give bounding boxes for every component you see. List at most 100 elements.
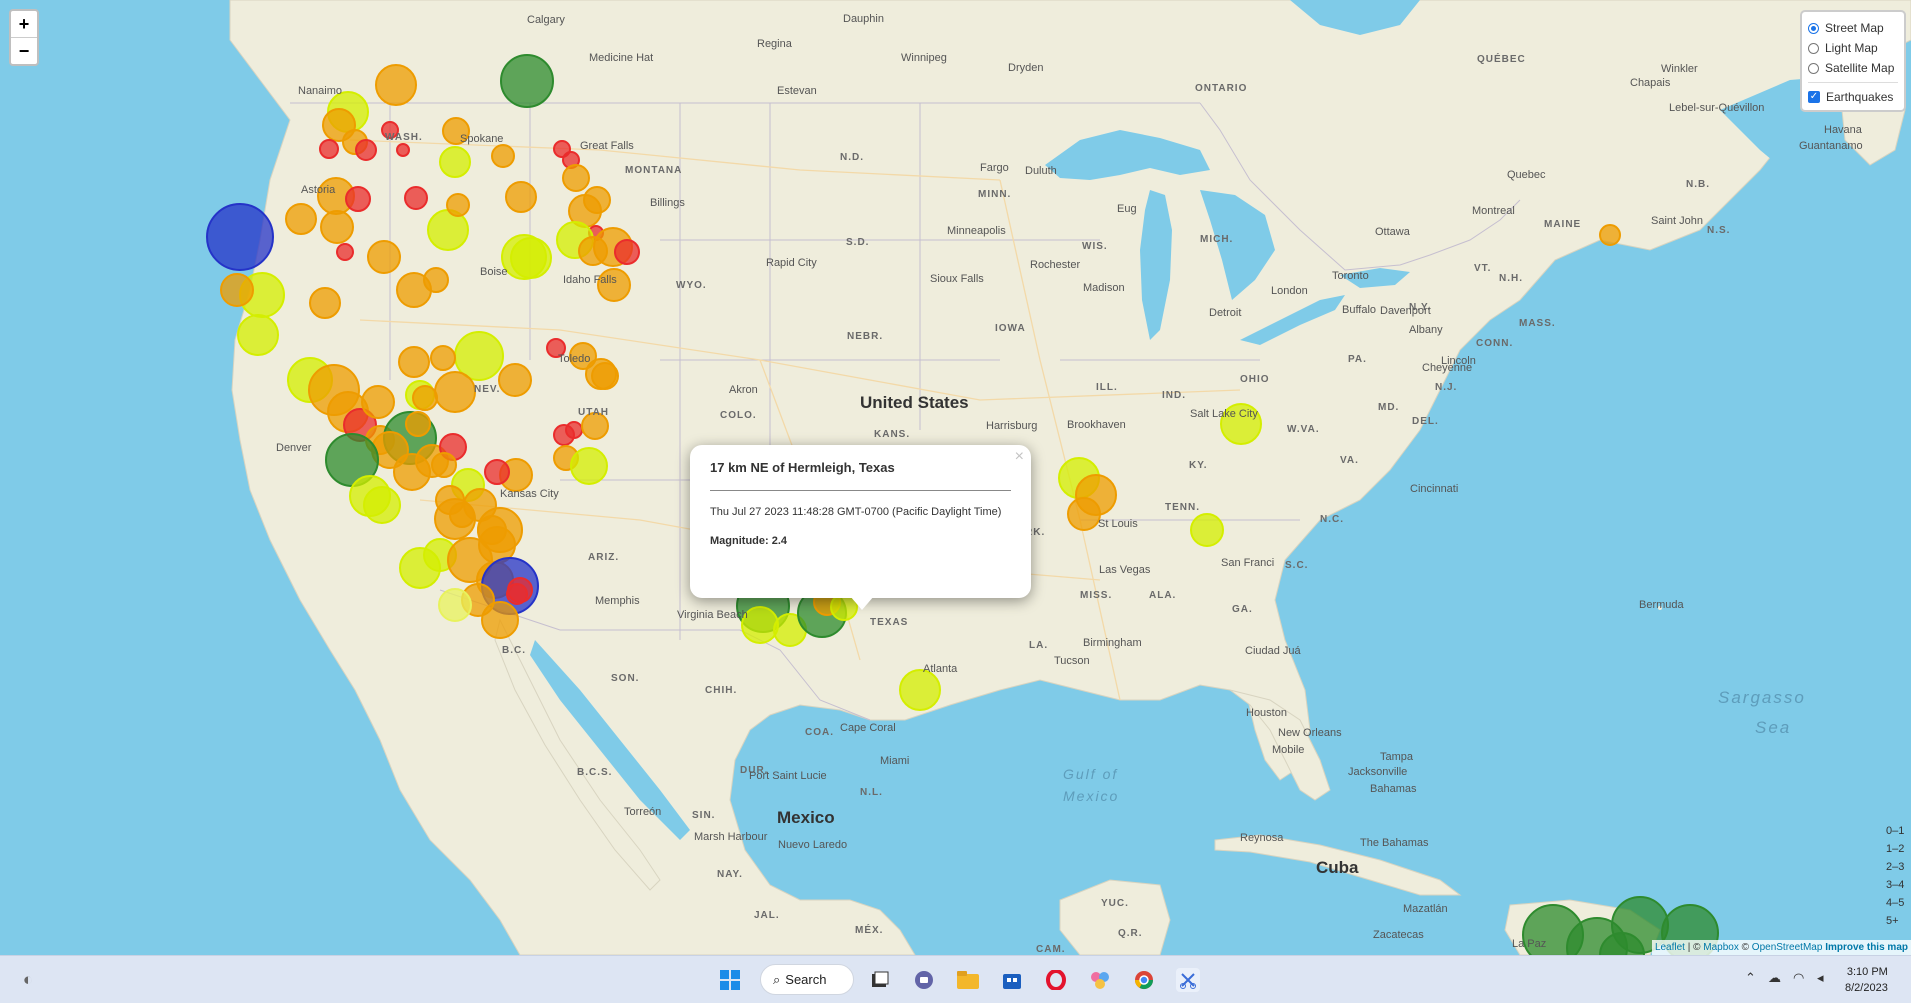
city-label: Jacksonville [1348, 766, 1408, 778]
osm-link[interactable]: OpenStreetMap [1752, 942, 1823, 953]
label-state: QUÉBEC [1477, 54, 1526, 65]
improve-map-link[interactable]: Improve this map [1825, 942, 1908, 953]
teams-icon[interactable] [912, 968, 936, 992]
popup-close-button[interactable]: × [1015, 448, 1024, 466]
earthquake-marker[interactable] [367, 240, 401, 274]
earthquake-marker[interactable] [1190, 513, 1224, 547]
earthquake-marker[interactable] [491, 144, 515, 168]
city-label: Cape Coral [840, 722, 896, 734]
earthquake-marker[interactable] [285, 203, 317, 235]
taskbar-search[interactable]: ⌕ Search [760, 964, 854, 995]
earthquake-marker[interactable] [345, 186, 371, 212]
earthquake-marker[interactable] [430, 345, 456, 371]
legend-item: 5+ [1886, 915, 1899, 927]
earthquake-marker[interactable] [1599, 224, 1621, 246]
label-state: Q.R. [1118, 928, 1143, 939]
file-explorer-icon[interactable] [956, 968, 980, 992]
radio-icon[interactable] [1808, 42, 1819, 54]
earthquake-marker[interactable] [363, 486, 401, 524]
earthquake-marker[interactable] [505, 181, 537, 213]
zoom-out-button[interactable]: − [11, 37, 37, 64]
city-label: Kansas City [500, 488, 559, 500]
onedrive-icon[interactable]: ☁ [1768, 970, 1781, 986]
earthquake-marker[interactable] [1067, 497, 1101, 531]
earthquake-marker[interactable] [206, 203, 274, 271]
city-label: Miami [880, 755, 910, 767]
checkbox-checked-icon[interactable]: ✓ [1808, 91, 1820, 103]
radio-icon[interactable] [1808, 22, 1819, 34]
city-label: Tampa [1380, 751, 1414, 763]
city-label: Davenport [1380, 305, 1431, 317]
popup-divider [710, 490, 1011, 491]
earthquake-marker[interactable] [446, 193, 470, 217]
earthquake-marker[interactable] [405, 411, 431, 437]
wifi-icon[interactable]: ◠ [1793, 970, 1804, 986]
earthquake-marker[interactable] [375, 64, 417, 106]
earthquake-marker[interactable] [361, 385, 395, 419]
radio-icon[interactable] [1808, 62, 1819, 74]
earthquake-marker[interactable] [899, 669, 941, 711]
earthquake-marker[interactable] [438, 588, 472, 622]
earthquake-marker[interactable] [506, 583, 528, 605]
earthquake-marker[interactable] [570, 447, 608, 485]
earthquake-marker[interactable] [319, 139, 339, 159]
leaflet-link[interactable]: Leaflet [1655, 942, 1685, 953]
label-state: MINN. [978, 189, 1012, 200]
earthquake-marker[interactable] [398, 346, 430, 378]
earthquake-marker[interactable] [396, 143, 410, 157]
earthquake-marker[interactable] [399, 547, 441, 589]
base-layer-light-map[interactable]: Light Map [1808, 38, 1898, 58]
earthquake-marker[interactable] [498, 363, 532, 397]
zoom-in-button[interactable]: + [11, 11, 37, 37]
earthquake-marker[interactable] [434, 371, 476, 413]
earthquake-marker[interactable] [431, 452, 457, 478]
city-label: Buffalo [1342, 304, 1377, 316]
opera-icon[interactable] [1044, 968, 1068, 992]
earthquake-marker[interactable] [404, 186, 428, 210]
label-state: SIN. [692, 810, 716, 821]
earthquake-marker[interactable] [355, 139, 377, 161]
volume-icon[interactable]: ◂ [1817, 970, 1824, 986]
earthquake-marker[interactable] [237, 314, 279, 356]
label-state: ALA. [1149, 590, 1177, 601]
show-hidden-icons-icon[interactable]: ⌃ [1745, 970, 1756, 986]
city-label: Birmingham [1083, 637, 1142, 649]
popup-tip [850, 596, 874, 610]
earthquake-marker[interactable] [500, 54, 554, 108]
label-sea: Sea [1755, 718, 1792, 737]
base-layer-satellite-map[interactable]: Satellite Map [1808, 58, 1898, 78]
label-cuba: Cuba [1316, 858, 1359, 877]
earthquake-marker[interactable] [423, 267, 449, 293]
earthquake-map[interactable]: United States Mexico Cuba Gulf of Mexico… [0, 0, 1911, 955]
chrome-icon[interactable] [1132, 968, 1156, 992]
widgets-icon[interactable]: ◐ [16, 968, 40, 992]
photos-icon[interactable] [1088, 968, 1112, 992]
base-layer-street-map[interactable]: Street Map [1808, 18, 1898, 38]
earthquake-marker[interactable] [562, 164, 590, 192]
attribution-sep: © [1738, 942, 1752, 953]
store-icon[interactable] [1000, 968, 1024, 992]
earthquake-marker[interactable] [309, 287, 341, 319]
earthquake-marker[interactable] [336, 243, 354, 261]
earthquake-marker[interactable] [510, 237, 552, 279]
earthquake-marker[interactable] [591, 362, 619, 390]
earthquake-marker[interactable] [320, 210, 354, 244]
earthquake-marker[interactable] [481, 601, 519, 639]
layer-control: Street Map Light Map Satellite Map ✓ Ear… [1800, 10, 1906, 112]
city-label: Fargo [980, 162, 1009, 174]
earthquake-marker[interactable] [477, 515, 507, 545]
earthquake-marker[interactable] [439, 146, 471, 178]
snipping-tool-icon[interactable] [1176, 968, 1200, 992]
earthquake-marker[interactable] [614, 239, 640, 265]
mapbox-link[interactable]: Mapbox [1703, 942, 1739, 953]
taskbar-clock[interactable]: 3:10 PM 8/2/2023 [1845, 964, 1888, 996]
earthquake-marker[interactable] [484, 459, 510, 485]
earthquake-marker[interactable] [565, 421, 583, 439]
earthquake-marker[interactable] [449, 502, 475, 528]
overlay-earthquakes[interactable]: ✓ Earthquakes [1808, 87, 1898, 107]
label-gulf-of: Gulf of [1063, 766, 1119, 782]
windows-start-icon[interactable] [718, 968, 742, 992]
earthquake-marker[interactable] [220, 273, 254, 307]
task-view-icon[interactable] [868, 968, 892, 992]
earthquake-marker[interactable] [412, 385, 438, 411]
